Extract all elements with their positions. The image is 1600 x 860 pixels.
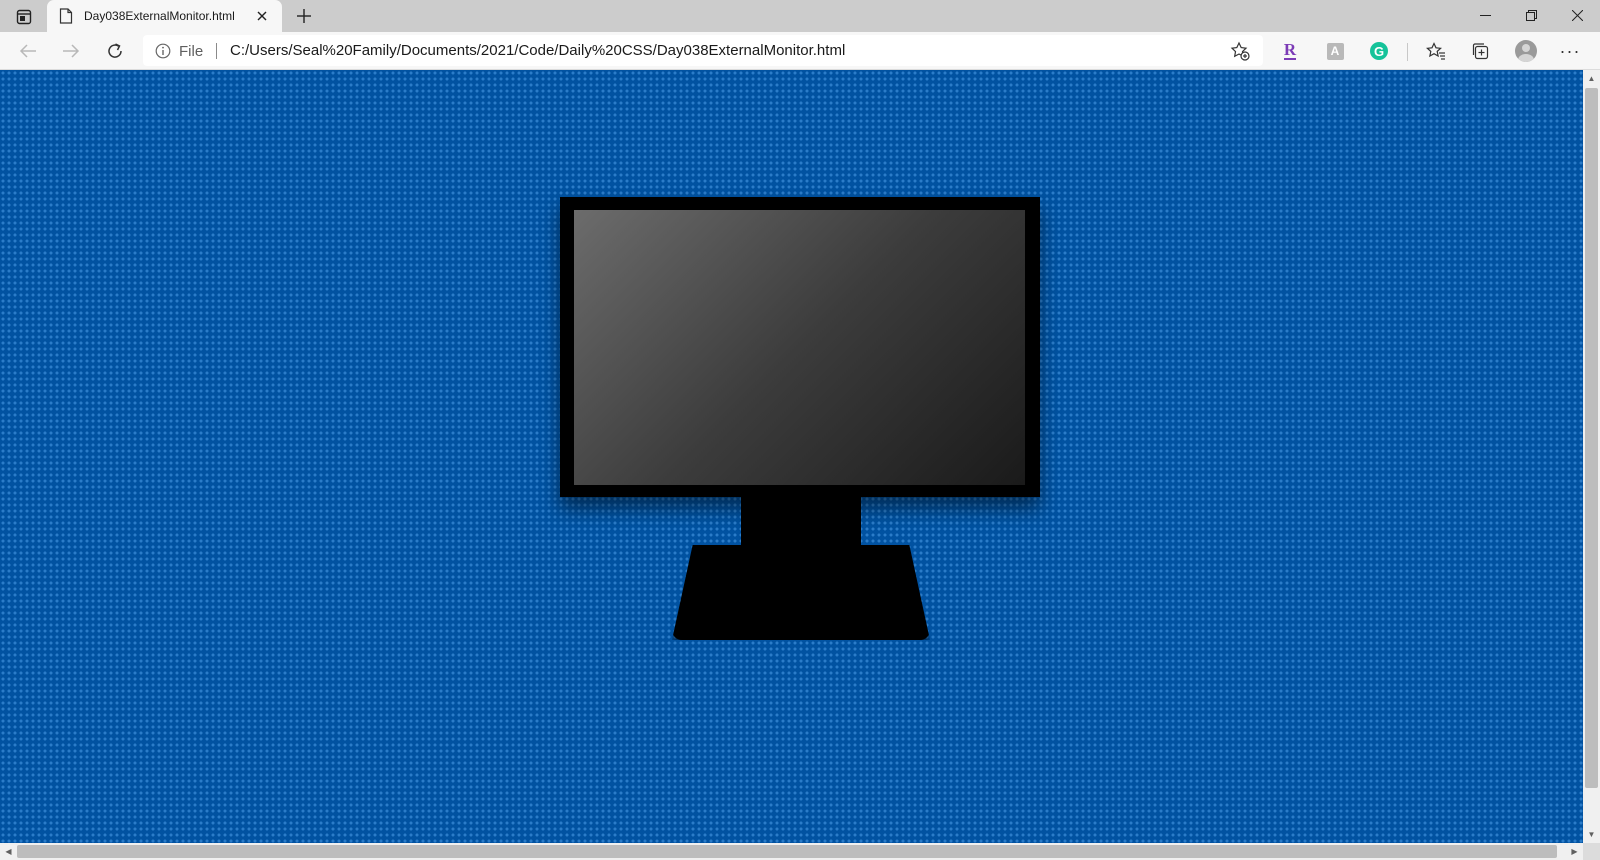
reload-icon [108, 43, 122, 58]
horizontal-scroll-thumb[interactable] [17, 845, 1557, 858]
scroll-right-icon[interactable]: ▶ [1570, 847, 1579, 856]
restore-icon [1525, 9, 1537, 21]
plus-icon [297, 9, 311, 23]
tab-actions-icon [16, 9, 32, 25]
tab-close-button[interactable] [253, 7, 271, 25]
reload-button[interactable] [102, 38, 128, 64]
minimize-button[interactable] [1462, 0, 1508, 30]
address-bar[interactable]: File C:/Users/Seal%20Family/Documents/20… [143, 35, 1263, 66]
info-icon[interactable] [155, 43, 171, 59]
scheme-label: File [179, 43, 204, 60]
grammarly-button[interactable]: G [1367, 39, 1391, 63]
horizontal-scrollbar[interactable]: ◀ ▶ [0, 843, 1583, 860]
toolbar-separator [1407, 43, 1408, 61]
window-close-button[interactable] [1554, 0, 1600, 30]
favorites-icon [1426, 42, 1445, 60]
page-viewport [0, 70, 1583, 843]
monitor-neck [741, 497, 861, 547]
back-button[interactable] [15, 38, 41, 64]
collections-icon [1472, 43, 1489, 60]
tab-strip: Day038ExternalMonitor.html [0, 0, 1600, 32]
add-favorite-button[interactable] [1228, 40, 1252, 62]
vertical-scroll-thumb[interactable] [1585, 88, 1598, 788]
monitor-base [672, 545, 930, 640]
monitor-screen [574, 210, 1025, 485]
more-icon: ··· [1559, 41, 1581, 61]
arrow-left-icon [19, 44, 36, 58]
grammarly-icon: G [1370, 42, 1388, 60]
close-icon [257, 11, 267, 21]
settings-menu-button[interactable]: ··· [1558, 39, 1582, 63]
scroll-up-icon[interactable]: ▲ [1587, 74, 1596, 83]
star-add-icon [1230, 41, 1250, 61]
close-icon [1571, 9, 1583, 21]
tab-active[interactable]: Day038ExternalMonitor.html [47, 0, 282, 32]
new-tab-button[interactable] [292, 5, 316, 27]
scroll-down-icon[interactable]: ▼ [1587, 830, 1596, 839]
tab-actions-button[interactable] [10, 6, 38, 28]
address-separator [216, 43, 217, 59]
collections-button[interactable] [1468, 39, 1492, 63]
vertical-scrollbar[interactable]: ▲ ▼ [1583, 70, 1600, 843]
extension-gray-button[interactable]: A [1323, 39, 1347, 63]
extension-r-button[interactable]: R [1278, 39, 1302, 63]
restore-button[interactable] [1508, 0, 1554, 30]
tab-title: Day038ExternalMonitor.html [84, 9, 235, 23]
url-text[interactable]: C:/Users/Seal%20Family/Documents/2021/Co… [230, 42, 845, 59]
monitor-frame [560, 197, 1040, 497]
profile-button[interactable] [1514, 39, 1538, 63]
scroll-left-icon[interactable]: ◀ [4, 847, 13, 856]
arrow-right-icon [63, 44, 80, 58]
browser-toolbar: File C:/Users/Seal%20Family/Documents/20… [0, 32, 1600, 70]
extension-r-icon: R [1283, 40, 1297, 60]
favorites-button[interactable] [1424, 39, 1448, 63]
minimize-icon [1479, 14, 1491, 16]
avatar [1515, 40, 1537, 62]
extension-gray-icon: A [1326, 42, 1344, 60]
scrollbar-corner [1583, 843, 1600, 860]
file-icon [59, 8, 73, 24]
forward-button[interactable] [58, 38, 84, 64]
